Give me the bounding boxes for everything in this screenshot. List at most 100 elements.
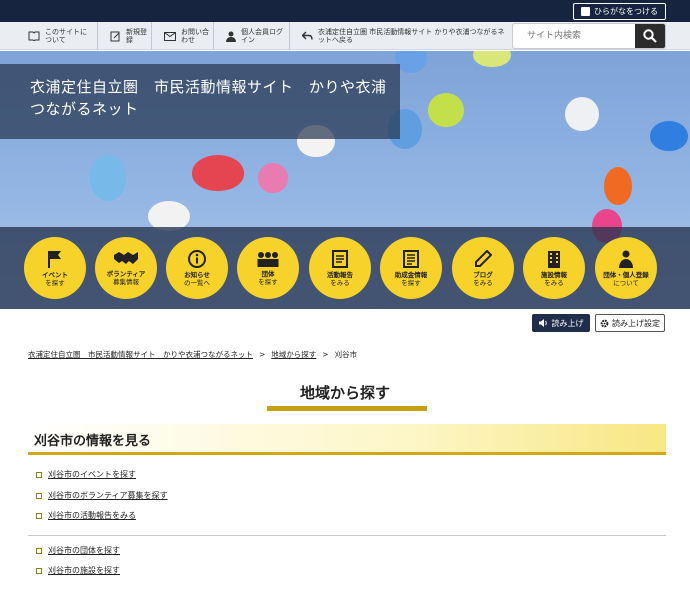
site-title[interactable]: 衣浦定住自立圏 市民活動情報サイト かりや衣浦つながるネット	[30, 76, 400, 120]
edit-icon	[110, 31, 120, 41]
link-volunteer[interactable]: 刈谷市のボランティア募集を探す	[48, 490, 168, 501]
link-groups[interactable]: 刈谷市の団体を探す	[48, 545, 120, 556]
menu-reports[interactable]: 活動報告 をみる	[309, 237, 371, 299]
read-aloud-label: 読み上げ	[551, 318, 584, 328]
info-icon	[188, 249, 206, 268]
menu-groups-sub: を探す	[258, 277, 278, 286]
balloon-image	[650, 121, 688, 151]
menu-registration-sub: について	[613, 278, 639, 287]
nav-login-label: 個人会員ログイン	[241, 28, 283, 44]
site-search	[512, 23, 666, 49]
balloon-image	[565, 97, 599, 131]
pencil-icon	[475, 249, 492, 267]
read-settings-label: 読み上げ設定	[612, 318, 660, 328]
grant-icon	[403, 249, 419, 268]
main-menu: イベント を探す ボランティア 募集情報 お知らせ の一覧へ 団体 を探す 活動…	[0, 227, 690, 309]
menu-reports-label: 活動報告	[327, 270, 353, 279]
book-icon	[28, 31, 40, 41]
nav-back[interactable]: 衣浦定住自立圏 市民活動情報サイト かりや衣浦つながるネットへ戻る	[292, 22, 512, 50]
link-facilities[interactable]: 刈谷市の施設を探す	[48, 565, 120, 576]
menu-grants-sub: を探す	[401, 278, 421, 287]
furigana-button[interactable]: ひらがなをつける	[573, 3, 666, 20]
search-button[interactable]	[635, 24, 665, 48]
menu-groups-label: 団体	[261, 269, 275, 278]
list-item[interactable]: 刈谷市の団体を探す	[36, 545, 120, 556]
breadcrumb-current: 刈谷市	[334, 350, 358, 359]
read-aloud-button[interactable]: 読み上げ	[532, 314, 590, 332]
back-arrow-icon	[302, 31, 313, 40]
breadcrumb-separator: >	[259, 350, 266, 359]
menu-events[interactable]: イベント を探す	[24, 237, 86, 299]
divider	[28, 535, 666, 536]
balloon-image	[90, 155, 126, 201]
search-input[interactable]	[513, 24, 637, 48]
link-events[interactable]: 刈谷市のイベントを探す	[48, 469, 136, 480]
section-heading: 刈谷市の情報を見る	[28, 424, 666, 455]
menu-registration-label: 団体・個人登録	[603, 270, 649, 279]
menu-volunteer-label: ボランティア	[106, 269, 146, 278]
furigana-label: ひらがなをつける	[594, 7, 658, 16]
breadcrumb-separator: >	[322, 350, 329, 359]
menu-grants[interactable]: 助成金情報 を探す	[380, 237, 442, 299]
menu-news-label: お知らせ	[184, 270, 210, 279]
list-item[interactable]: 刈谷市の施設を探す	[36, 565, 120, 576]
bullet-square-icon	[36, 471, 42, 478]
search-icon	[643, 29, 657, 43]
menu-news[interactable]: お知らせ の一覧へ	[166, 237, 228, 299]
nav-about-label: このサイトについて	[45, 28, 87, 44]
nav-back-label: 衣浦定住自立圏 市民活動情報サイト かりや衣浦つながるネットへ戻る	[318, 28, 505, 44]
site-title-box: 衣浦定住自立圏 市民活動情報サイト かりや衣浦つながるネット	[0, 64, 400, 139]
list-item[interactable]: 刈谷市のイベントを探す	[36, 469, 136, 480]
handshake-icon	[114, 251, 138, 264]
menu-reports-sub: をみる	[330, 278, 350, 287]
menu-blog-label: ブログ	[473, 270, 493, 279]
menu-blog-sub: をみる	[473, 278, 493, 287]
mail-icon	[164, 31, 176, 41]
menu-registration[interactable]: 団体・個人登録 について	[595, 237, 657, 299]
balloon-image	[428, 93, 464, 127]
group-icon	[257, 251, 279, 267]
nav-register[interactable]: 新規登録	[100, 22, 152, 50]
balloon-image	[473, 51, 511, 67]
user-icon	[226, 31, 236, 42]
balloon-image	[258, 163, 288, 193]
balloon-image	[192, 155, 244, 191]
nav-contact[interactable]: お問い合わせ	[154, 22, 214, 50]
nav-about[interactable]: このサイトについて	[18, 22, 98, 50]
furigana-icon	[581, 7, 590, 16]
balloon-image	[604, 167, 632, 205]
menu-news-sub: の一覧へ	[184, 278, 210, 287]
flag-icon	[48, 250, 61, 268]
breadcrumb-region[interactable]: 地域から探す	[271, 349, 316, 360]
link-reports[interactable]: 刈谷市の活動報告をみる	[48, 510, 136, 521]
menu-facilities-sub: をみる	[544, 278, 564, 287]
breadcrumb-home[interactable]: 衣浦定住自立圏 市民活動情報サイト かりや衣浦つながるネット	[28, 349, 253, 360]
nav-contact-label: お問い合わせ	[181, 28, 209, 44]
menu-grants-label: 助成金情報	[394, 270, 428, 279]
title-underline	[267, 406, 427, 411]
bullet-square-icon	[36, 547, 42, 554]
bullet-square-icon	[36, 512, 42, 519]
menu-blog[interactable]: ブログ をみる	[452, 237, 514, 299]
menu-groups[interactable]: 団体 を探す	[237, 237, 299, 299]
list-item[interactable]: 刈谷市のボランティア募集を探す	[36, 490, 168, 501]
page-title: 地域から探す	[299, 384, 390, 402]
bullet-square-icon	[36, 567, 42, 574]
person-icon	[619, 250, 633, 268]
bullet-square-icon	[36, 492, 42, 499]
list-item[interactable]: 刈谷市の活動報告をみる	[36, 510, 136, 521]
hero-banner: 衣浦定住自立圏 市民活動情報サイト かりや衣浦つながるネット イベント を探す …	[0, 51, 690, 309]
menu-facilities-label: 施設情報	[541, 270, 567, 279]
nav-register-label: 新規登録	[126, 28, 147, 44]
breadcrumb: 衣浦定住自立圏 市民活動情報サイト かりや衣浦つながるネット > 地域から探す …	[28, 349, 357, 360]
menu-facilities[interactable]: 施設情報 をみる	[523, 237, 585, 299]
menu-events-label: イベント	[42, 270, 68, 279]
menu-volunteer[interactable]: ボランティア 募集情報	[95, 237, 157, 299]
speaker-icon	[538, 319, 547, 327]
read-settings-button[interactable]: 読み上げ設定	[595, 314, 665, 332]
menu-volunteer-sub: 募集情報	[113, 277, 139, 286]
top-bar: ひらがなをつける	[0, 0, 690, 22]
building-icon	[548, 250, 560, 268]
nav-login[interactable]: 個人会員ログイン	[216, 22, 290, 50]
report-icon	[332, 249, 348, 268]
